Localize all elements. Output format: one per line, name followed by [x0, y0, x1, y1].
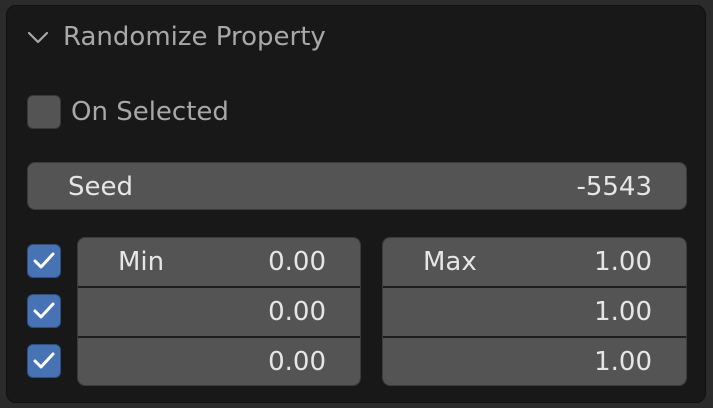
- randomize-property-panel: Randomize Property On Selected Seed -554…: [6, 5, 706, 403]
- max-x-field[interactable]: Max 1.00: [383, 238, 686, 286]
- max-y-value: 1.00: [594, 297, 652, 327]
- axis-z-checkbox[interactable]: [27, 344, 61, 378]
- min-label: Min: [118, 247, 165, 277]
- checkmark-icon: [33, 352, 55, 369]
- checkmark-icon: [33, 252, 55, 269]
- seed-field[interactable]: Seed -5543: [27, 162, 687, 210]
- min-x-field[interactable]: Min 0.00: [78, 238, 360, 286]
- max-label: Max: [423, 247, 477, 277]
- max-column: Max 1.00 1.00 1.00: [382, 237, 687, 386]
- seed-label: Seed: [68, 172, 133, 202]
- axis-x-checkbox[interactable]: [27, 244, 61, 278]
- min-z-value: 0.00: [268, 347, 326, 377]
- min-y-value: 0.00: [268, 297, 326, 327]
- panel-header[interactable]: Randomize Property: [7, 6, 705, 68]
- max-x-value: 1.00: [594, 247, 652, 277]
- min-z-field[interactable]: 0.00: [78, 338, 360, 385]
- seed-value: -5543: [576, 172, 652, 202]
- min-y-field[interactable]: 0.00: [78, 288, 360, 336]
- max-z-field[interactable]: 1.00: [383, 338, 686, 385]
- min-x-value: 0.00: [268, 247, 326, 277]
- panel-title: Randomize Property: [63, 22, 326, 52]
- max-z-value: 1.00: [594, 347, 652, 377]
- axis-y-checkbox[interactable]: [27, 294, 61, 328]
- on-selected-label: On Selected: [71, 97, 229, 127]
- on-selected-checkbox[interactable]: [27, 95, 61, 129]
- max-y-field[interactable]: 1.00: [383, 288, 686, 336]
- chevron-down-icon[interactable]: [27, 26, 49, 48]
- min-column: Min 0.00 0.00 0.00: [77, 237, 361, 386]
- checkmark-icon: [33, 302, 55, 319]
